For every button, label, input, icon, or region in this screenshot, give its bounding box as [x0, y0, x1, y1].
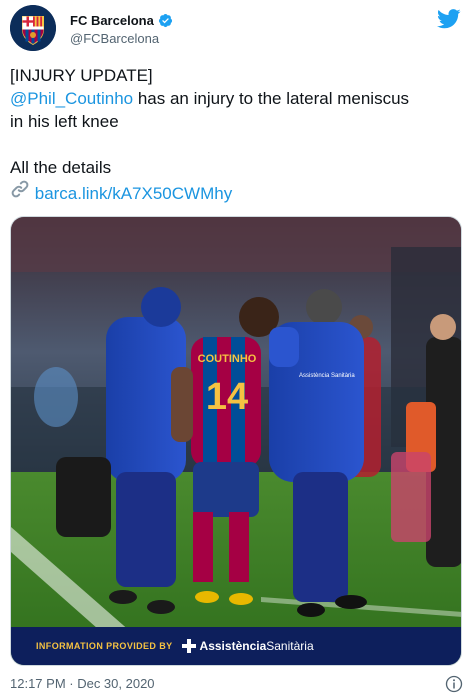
tweet-timestamp[interactable]: 12:17 PM · Dec 30, 2020 — [10, 676, 155, 691]
tweet-link-row: barca.link/kA7X50CWMhy — [10, 179, 465, 205]
tweet-line-2-text: has an injury to the lateral meniscus — [133, 89, 410, 108]
info-icon[interactable] — [445, 675, 463, 693]
sponsor-name-normal: Sanitària — [266, 639, 314, 653]
avatar[interactable] — [10, 5, 56, 51]
sponsor-bar: INFORMATION PROVIDED BY Assistència Sanit… — [11, 627, 461, 665]
jersey-number: 14 — [206, 376, 248, 418]
sponsor-logo: Assistència Sanitària — [181, 638, 314, 654]
tweet-line-3: in his left knee — [10, 112, 119, 131]
tweet-line-4: All the details — [10, 158, 112, 177]
tweet-header: FC Barcelona @FCBarcelona — [10, 5, 463, 55]
details-link[interactable]: barca.link/kA7X50CWMhy — [35, 184, 232, 203]
display-name-row: FC Barcelona — [70, 13, 173, 28]
twitter-bird-icon[interactable] — [437, 9, 461, 29]
user-handle[interactable]: @FCBarcelona — [70, 31, 159, 46]
plus-cross-icon — [181, 639, 196, 653]
display-name[interactable]: FC Barcelona — [70, 13, 154, 28]
mention-link[interactable]: @Phil_Coutinho — [10, 89, 133, 108]
link-icon — [11, 180, 29, 198]
jersey-name: COUTINHO — [198, 353, 257, 365]
injury-photo: COUTINHO 14 Assistència Sanitària — [11, 217, 461, 665]
tweet-line-1: [INJURY UPDATE] — [10, 66, 153, 85]
staff-badge: Assistència Sanitària — [299, 373, 355, 379]
tweet-media-photo[interactable]: COUTINHO 14 Assistència Sanitària INFORM… — [10, 216, 462, 666]
verified-badge-icon — [158, 13, 172, 28]
tweet-line-2: @Phil_Coutinho has an injury to the late… — [10, 87, 465, 110]
sponsor-label: INFORMATION PROVIDED BY — [36, 641, 173, 651]
tweet-text: [INJURY UPDATE] @Phil_Coutinho has an in… — [10, 64, 465, 205]
fc-barcelona-crest-icon — [10, 5, 56, 51]
sponsor-name-bold: Assistència — [199, 639, 267, 653]
